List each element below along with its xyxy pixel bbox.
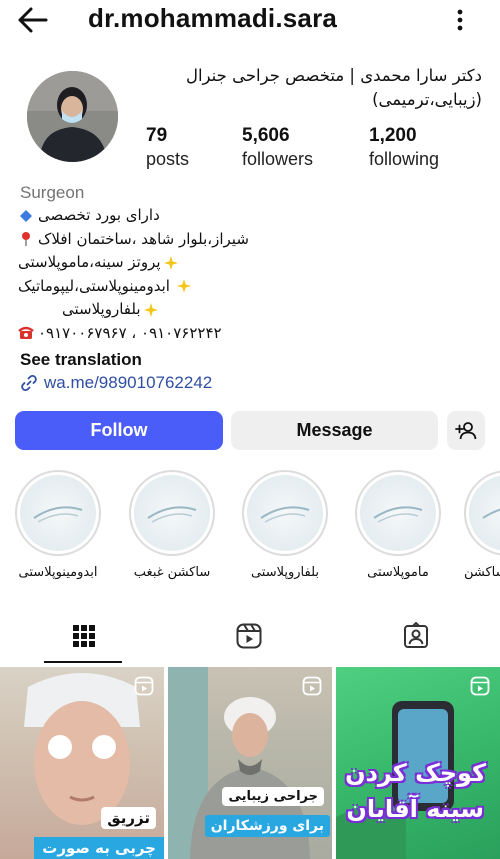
profile-avatar[interactable] (27, 71, 118, 162)
posts-count[interactable]: 79 posts (146, 125, 189, 170)
reel-indicator-icon (134, 676, 154, 696)
story-highlight[interactable]: بلفاروپلاستی (237, 470, 333, 580)
tagged-icon (404, 621, 428, 648)
highlight-label: ساکشن (464, 565, 500, 580)
red-pin-icon (22, 232, 30, 247)
posts-count-label: posts (146, 149, 190, 169)
post-caption: جراحی زیبایی (222, 787, 324, 806)
highlight-label: ماموپلاستی (367, 565, 429, 580)
profile-bio: دارای بورد تخصصی شیراز،بلوار شاهد ،ساختم… (18, 204, 278, 345)
following-count[interactable]: 1,200 following (369, 125, 439, 170)
telephone-icon (18, 327, 34, 340)
bio-text: دارای بورد تخصصی (38, 206, 160, 224)
story-highlight[interactable]: ماموپلاستی (350, 470, 446, 580)
add-user-icon (455, 421, 477, 439)
followers-count[interactable]: 5,606 followers (242, 125, 313, 170)
follow-button[interactable]: Follow (15, 411, 223, 450)
tab-posts-grid[interactable] (70, 622, 100, 650)
bio-line: بلفاروپلاستی (18, 298, 278, 322)
followers-count-label: followers (242, 149, 314, 169)
tab-tagged[interactable] (402, 621, 432, 650)
reels-icon (236, 623, 262, 649)
following-count-label: following (369, 149, 440, 169)
highlight-cover (355, 470, 441, 556)
tab-reels[interactable] (235, 622, 265, 650)
post-caption: سینه آقایان (346, 795, 484, 823)
bio-line: ۰۹۱۰۷۶۲۲۴۲ ، ۰۹۱۷۰۰۶۷۹۶۷ (18, 322, 278, 346)
bio-line: شیراز،بلوار شاهد ،ساختمان افلاک (18, 228, 278, 252)
post-caption: چربی به صورت (34, 837, 164, 859)
profile-link[interactable]: wa.me/989010762242 (20, 373, 212, 393)
grid-icon (73, 625, 95, 647)
sparkle-icon (176, 279, 191, 294)
highlight-label: ابدومینوپلاستی (18, 565, 98, 580)
story-highlight[interactable]: ابدومینوپلاستی (10, 470, 106, 580)
bio-text: ۰۹۱۰۷۶۲۲۴۲ ، ۰۹۱۷۰۰۶۷۹۶۷ (38, 323, 222, 342)
bio-line: پروتز سینه،ماموپلاستی (18, 251, 278, 275)
bio-text: پروتز سینه،ماموپلاستی (18, 253, 161, 271)
profile-full-name: دکتر سارا محمدی | متخصص جراحی جنرال (زیب… (185, 66, 482, 109)
message-button[interactable]: Message (231, 411, 438, 450)
profile-tabs (0, 614, 500, 664)
more-options-icon[interactable] (448, 6, 472, 34)
story-highlight[interactable]: ساکشن غبغب (124, 470, 220, 580)
post-thumbnail[interactable]: کوچک کردن سینه آقایان (336, 667, 500, 859)
bio-text: ابدومینوپلاستی،لیپوماتیک (18, 276, 170, 295)
back-arrow-icon[interactable] (16, 4, 52, 36)
reel-indicator-icon (470, 676, 490, 696)
profile-category: Surgeon (20, 183, 85, 202)
blue-diamond-icon (20, 209, 32, 222)
bio-text: شیراز،بلوار شاهد ،ساختمان افلاک (38, 229, 249, 248)
post-thumbnail[interactable]: تزریق چربی به صورت (0, 667, 164, 859)
profile-username: dr.mohammadi.sara (88, 3, 338, 33)
highlight-cover (129, 470, 215, 556)
sparkle-icon (163, 255, 178, 270)
post-caption: کوچک کردن (345, 759, 486, 787)
bio-line: ابدومینوپلاستی،لیپوماتیک (18, 275, 278, 299)
link-icon (21, 375, 37, 391)
post-caption: برای ورزشکاران (204, 815, 330, 837)
suggested-accounts-button[interactable] (447, 411, 485, 450)
highlight-label: بلفاروپلاستی (250, 565, 320, 580)
posts-count-value: 79 (146, 125, 168, 146)
highlight-cover (15, 470, 101, 556)
highlight-cover (464, 470, 500, 556)
followers-count-value: 5,606 (242, 125, 290, 146)
active-tab-indicator (44, 661, 122, 663)
top-bar: dr.mohammadi.sara (0, 0, 500, 40)
post-caption: تزریق (101, 807, 156, 829)
highlight-label: ساکشن غبغب (133, 565, 211, 580)
bio-line: دارای بورد تخصصی (18, 204, 278, 228)
profile-link-text: wa.me/989010762242 (44, 373, 213, 392)
reel-indicator-icon (302, 676, 322, 696)
following-count-value: 1,200 (369, 125, 417, 146)
sparkle-icon (143, 302, 158, 317)
story-highlight[interactable]: ساکشن (464, 470, 500, 580)
see-translation-link[interactable]: See translation (20, 350, 142, 370)
highlight-cover (242, 470, 328, 556)
bio-text: بلفاروپلاستی (62, 300, 141, 318)
post-thumbnail[interactable]: جراحی زیبایی برای ورزشکاران (168, 667, 332, 859)
